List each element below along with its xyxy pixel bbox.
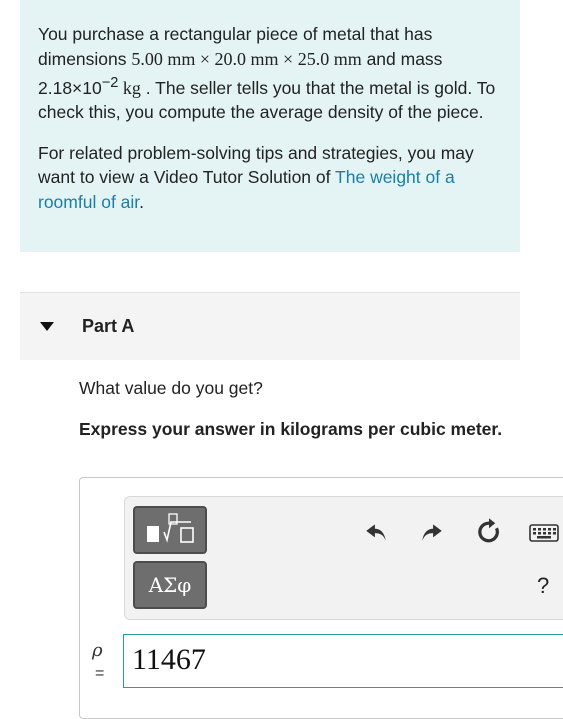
variable-label: ρ xyxy=(92,640,103,661)
templates-button[interactable] xyxy=(133,506,207,554)
undo-icon[interactable] xyxy=(363,519,389,545)
instruction-text: Express your answer in kilograms per cub… xyxy=(79,419,503,439)
mass-math: 2.18×10−2 kg xyxy=(38,75,141,98)
collapse-caret-icon[interactable] xyxy=(40,322,54,331)
tips-paragraph: For related problem-solving tips and str… xyxy=(38,142,474,212)
problem-paragraph: You purchase a rectangular piece of meta… xyxy=(38,24,496,123)
reset-icon[interactable] xyxy=(474,517,504,547)
problem-statement: You purchase a rectangular piece of meta… xyxy=(20,0,520,252)
equals-label: = xyxy=(95,665,105,682)
part-a-header[interactable]: Part A xyxy=(20,292,520,360)
answer-input[interactable]: 11467 xyxy=(123,634,563,688)
part-title: Part A xyxy=(82,316,135,336)
templates-icon xyxy=(147,513,194,543)
math-toolbar: ΑΣφ ? xyxy=(124,496,563,620)
greek-symbols-button[interactable]: ΑΣφ xyxy=(133,561,207,609)
help-button[interactable]: ? xyxy=(537,573,549,599)
redo-icon[interactable] xyxy=(419,519,445,545)
question-text: What value do you get? xyxy=(79,378,263,398)
keyboard-icon[interactable] xyxy=(529,523,559,543)
dimensions-math: 5.00 mm × 20.0 mm × 25.0 mm xyxy=(131,48,362,69)
